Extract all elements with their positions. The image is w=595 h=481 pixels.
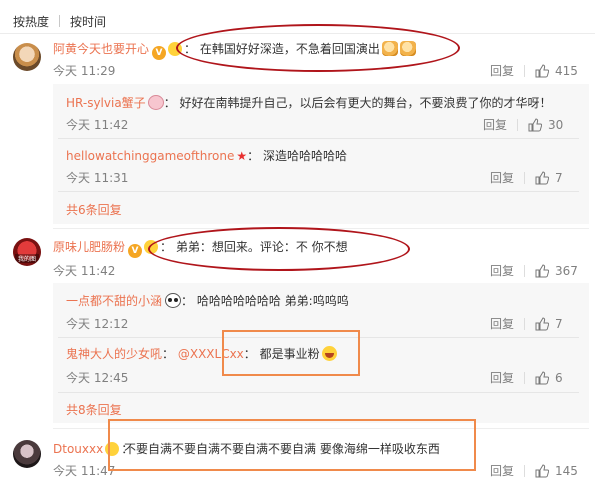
like-count: 30 [548,117,564,132]
sort-tabs: 按热度 按时间 [13,11,106,31]
reply-time: 今天 11:42 [66,118,129,132]
star-icon: ★ [236,149,248,163]
reply-time: 今天 12:12 [66,317,129,331]
highlight-box [108,419,476,471]
comment-actions: 回复 415 [490,62,578,79]
reply-line: HR-sylvia蟹子： 好好在南韩提升自己，以后会有更大的舞台，不要浪费了你的… [66,95,552,110]
reply-divider [58,138,579,139]
comment-username[interactable]: 阿黄今天也要开心 [53,42,149,56]
reply-actions: 回复 6 [490,369,563,386]
tab-by-hot[interactable]: 按热度 [13,13,49,30]
highlight-ellipse [176,24,460,72]
comment-time: 今天 11:29 [53,64,116,78]
reply-text: 哈哈哈哈哈哈哈 弟弟:呜呜呜 [196,294,349,308]
more-replies-link[interactable]: 共8条回复 [66,401,122,418]
thumb-up-icon[interactable] [535,463,550,478]
reply-button[interactable]: 回复 [490,62,514,79]
like-count: 6 [555,370,563,385]
comment-time: 今天 11:47 [53,464,116,478]
verified-badge-icon: V [128,244,143,258]
like-count: 7 [555,170,563,185]
reply-line: 一点都不甜的小涵： 哈哈哈哈哈哈哈 弟弟:呜呜呜 [66,293,349,308]
action-separator [524,264,526,277]
verified-badge-icon: V [152,46,167,60]
thumb-up-icon[interactable] [528,117,543,132]
reply-text: 好好在南韩提升自己，以后会有更大的舞台，不要浪费了你的才华呀！ [179,96,552,110]
tab-by-time[interactable]: 按时间 [70,13,106,30]
reply-line: hellowatchinggameofthrone ★： 深造哈哈哈哈哈 [66,149,347,163]
action-separator [524,171,526,184]
thumb-up-icon[interactable] [535,370,550,385]
reply-text: 深造哈哈哈哈哈 [262,149,347,163]
reply-time: 今天 11:31 [66,171,129,185]
reply-actions: 回复 30 [483,116,563,133]
comment-username[interactable]: Dtouxxx [53,442,103,456]
reply-username[interactable]: HR-sylvia蟹子 [66,96,146,110]
action-separator [517,118,519,131]
comment-username[interactable]: 原味儿肥肠粉 [53,240,125,254]
like-count: 7 [555,316,563,331]
comment-actions: 回复 145 [490,462,578,479]
reply-username[interactable]: 鬼神大人的少女吼 [66,347,162,361]
reply-divider [58,392,579,393]
reply-button[interactable]: 回复 [490,369,514,386]
reply-divider [58,191,579,192]
comment-time: 今天 11:42 [53,264,116,278]
action-separator [524,464,526,477]
like-count: 367 [555,263,578,278]
comment-actions: 回复 367 [490,262,578,279]
reply-button[interactable]: 回复 [490,169,514,186]
panda-emoji-icon [165,293,182,308]
more-replies-link[interactable]: 共6条回复 [66,201,122,218]
action-separator [524,371,526,384]
like-count: 145 [555,463,578,478]
tab-separator [59,15,61,27]
reply-button[interactable]: 回复 [490,315,514,332]
action-separator [524,317,526,330]
highlight-box [222,330,360,376]
avatar[interactable]: 我的图 [13,238,41,266]
action-separator [524,64,526,77]
reply-username[interactable]: hellowatchinggameofthrone [66,149,234,163]
thumb-up-icon[interactable] [535,263,550,278]
avatar-tag: 我的图 [15,254,39,263]
reply-button[interactable]: 回复 [490,262,514,279]
thumb-up-icon[interactable] [535,316,550,331]
avatar[interactable] [13,43,41,71]
pig-emoji-icon [147,95,164,110]
highlight-ellipse [148,227,410,271]
reply-actions: 回复 7 [490,315,563,332]
reply-time: 今天 12:45 [66,371,129,385]
reply-actions: 回复 7 [490,169,563,186]
reply-button[interactable]: 回复 [490,462,514,479]
reply-button[interactable]: 回复 [483,116,507,133]
like-count: 415 [555,63,578,78]
reply-username[interactable]: 一点都不甜的小涵 [66,294,162,308]
thumb-up-icon[interactable] [535,170,550,185]
avatar[interactable] [13,440,41,468]
thumb-up-icon[interactable] [535,63,550,78]
